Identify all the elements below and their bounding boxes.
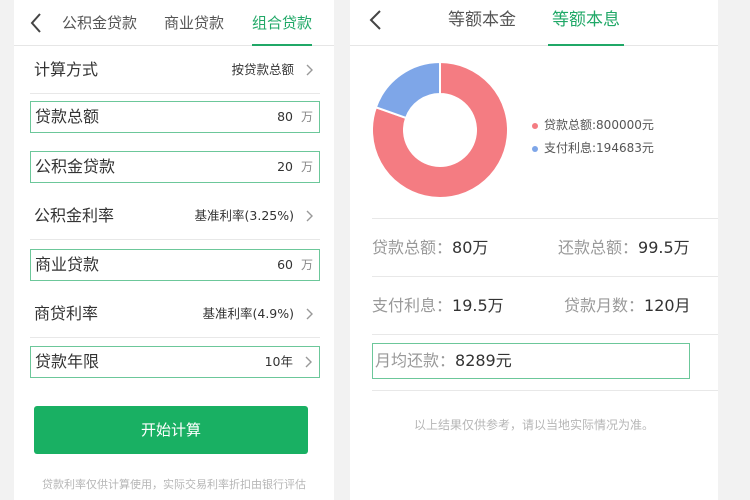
stat-loan-total: 贷款总额：80万 bbox=[372, 219, 488, 277]
stat-monthly-value: 8289元 bbox=[455, 351, 512, 370]
housing-fund-rate-row[interactable]: 公积金利率 基准利率(3.25%) bbox=[30, 192, 320, 240]
result-panel: 等额本金 等额本息 贷款总额:800000元 支付利息:194683元 贷款总额… bbox=[350, 0, 718, 500]
monthly-payment-box: 月均还款：8289元 bbox=[372, 343, 690, 379]
legend-interest-label: 支付利息:194683元 bbox=[544, 141, 654, 155]
stat-monthly-label: 月均还款： bbox=[375, 351, 456, 370]
total-loan-field[interactable]: 贷款总额 80 万 bbox=[30, 101, 320, 133]
commercial-rate-label: 商贷利率 bbox=[34, 304, 99, 323]
start-calculation-button[interactable]: 开始计算 bbox=[34, 406, 308, 454]
total-loan-label: 贷款总额 bbox=[35, 107, 100, 126]
calc-method-value: 按贷款总额 bbox=[231, 62, 294, 77]
donut-svg bbox=[371, 60, 509, 199]
loan-type-tabbar: 公积金贷款 商业贷款 组合贷款 bbox=[14, 0, 334, 46]
stat-repay-total-value: 99.5万 bbox=[638, 238, 690, 257]
combined-loan-form-panel: 公积金贷款 商业贷款 组合贷款 计算方式 按贷款总额 贷款总额 80 万 公积金… bbox=[14, 0, 334, 500]
rate-disclaimer: 贷款利率仅供计算使用，实际交易利率折扣由银行评估 bbox=[42, 478, 306, 491]
stat-months-label: 贷款月数： bbox=[564, 296, 645, 315]
housing-fund-loan-label: 公积金贷款 bbox=[35, 157, 116, 176]
loan-term-field[interactable]: 贷款年限 10年 bbox=[30, 346, 320, 378]
commercial-rate-value: 基准利率(4.9%) bbox=[202, 306, 294, 321]
legend-dot-principal bbox=[532, 122, 538, 129]
commercial-loan-field[interactable]: 商业贷款 60 万 bbox=[30, 249, 320, 281]
legend-interest: 支付利息:194683元 bbox=[532, 139, 654, 156]
back-button[interactable] bbox=[364, 8, 388, 34]
stat-repay-total: 还款总额：99.5万 bbox=[558, 219, 690, 277]
commercial-rate-row[interactable]: 商贷利率 基准利率(4.9%) bbox=[30, 290, 320, 338]
stat-interest-label: 支付利息： bbox=[372, 296, 453, 315]
tab-commercial-loan[interactable]: 商业贷款 bbox=[164, 0, 224, 46]
calc-method-label: 计算方式 bbox=[34, 60, 99, 79]
stat-repay-total-label: 还款总额： bbox=[558, 238, 639, 257]
back-arrow-icon bbox=[369, 10, 381, 30]
stat-monthly: 月均还款：8289元 bbox=[375, 344, 512, 378]
tab-equal-principal[interactable]: 等额本金 bbox=[448, 0, 516, 46]
stat-months-value: 120月 bbox=[644, 296, 691, 315]
back-button[interactable] bbox=[24, 10, 48, 36]
chevron-right-icon bbox=[306, 308, 313, 320]
chevron-right-icon bbox=[306, 210, 313, 222]
housing-fund-rate-label: 公积金利率 bbox=[34, 206, 115, 225]
legend-principal-label: 贷款总额:800000元 bbox=[544, 118, 654, 132]
stat-months: 贷款月数：120月 bbox=[564, 277, 691, 335]
commercial-loan-unit: 万 bbox=[300, 258, 313, 272]
total-loan-value: 80 bbox=[277, 109, 293, 124]
loan-term-label: 贷款年限 bbox=[35, 352, 100, 371]
back-arrow-icon bbox=[30, 13, 41, 33]
stat-loan-total-label: 贷款总额： bbox=[372, 238, 453, 257]
housing-fund-loan-unit: 万 bbox=[300, 160, 313, 174]
tab-combined-loan[interactable]: 组合贷款 bbox=[252, 0, 313, 46]
result-disclaimer: 以上结果仅供参考，请以当地实际情况为准。 bbox=[413, 418, 654, 432]
chevron-right-icon bbox=[306, 64, 313, 76]
chevron-right-icon bbox=[305, 356, 312, 368]
stats-row-1: 贷款总额：80万 还款总额：99.5万 bbox=[372, 218, 718, 276]
housing-fund-rate-value: 基准利率(3.25%) bbox=[194, 208, 294, 223]
stat-interest: 支付利息：19.5万 bbox=[372, 277, 504, 335]
tab-equal-installment[interactable]: 等额本息 bbox=[548, 0, 624, 46]
stat-interest-value: 19.5万 bbox=[452, 296, 504, 315]
legend-principal: 贷款总额:800000元 bbox=[532, 116, 654, 133]
calc-method-row[interactable]: 计算方式 按贷款总额 bbox=[30, 46, 320, 94]
stat-loan-total-value: 80万 bbox=[452, 238, 489, 257]
stats-row-2: 支付利息：19.5万 贷款月数：120月 bbox=[372, 276, 718, 334]
commercial-loan-label: 商业贷款 bbox=[35, 255, 100, 274]
commercial-loan-value: 60 bbox=[277, 257, 293, 272]
housing-fund-loan-field[interactable]: 公积金贷款 20 万 bbox=[30, 151, 320, 183]
tab-housing-fund-loan[interactable]: 公积金贷款 bbox=[62, 0, 137, 46]
total-loan-unit: 万 bbox=[300, 110, 313, 124]
repayment-donut-chart bbox=[370, 60, 510, 200]
legend-dot-interest bbox=[532, 145, 538, 152]
donut-slice-interest bbox=[374, 60, 441, 120]
housing-fund-loan-value: 20 bbox=[277, 159, 293, 174]
repayment-method-tabbar: 等额本金 等额本息 bbox=[350, 0, 718, 46]
loan-term-value: 10年 bbox=[264, 354, 293, 369]
